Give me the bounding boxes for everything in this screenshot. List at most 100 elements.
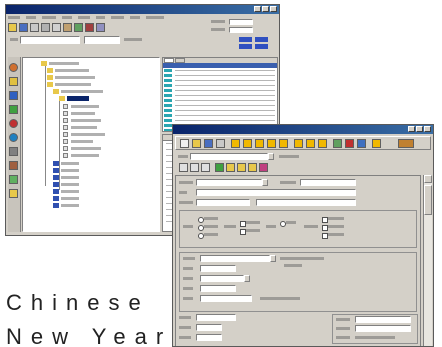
tree-node[interactable] xyxy=(63,132,133,137)
form-scrollbar[interactable] xyxy=(423,175,432,346)
address-dropdown-button[interactable] xyxy=(268,153,274,160)
minimize-button[interactable] xyxy=(254,6,261,12)
status-badge[interactable] xyxy=(239,37,252,42)
form-dropdown-button[interactable] xyxy=(262,179,268,186)
status-badge[interactable] xyxy=(239,44,252,49)
note-icon[interactable] xyxy=(357,139,366,148)
status-field[interactable] xyxy=(229,19,253,25)
menu-item[interactable] xyxy=(62,16,72,19)
address-field[interactable] xyxy=(190,153,268,160)
form-field[interactable] xyxy=(355,325,411,332)
form-field[interactable] xyxy=(300,179,356,186)
scroll-thumb[interactable] xyxy=(424,185,432,215)
tree-node[interactable] xyxy=(53,168,123,173)
user-icon[interactable] xyxy=(9,63,18,72)
link-icon[interactable] xyxy=(333,139,342,148)
tree-node[interactable] xyxy=(47,82,127,87)
record-cancel-icon[interactable] xyxy=(259,163,268,172)
tree-node[interactable] xyxy=(63,125,133,130)
calendar-icon[interactable] xyxy=(345,139,354,148)
find-icon[interactable] xyxy=(74,23,83,32)
menu-item[interactable] xyxy=(111,16,124,19)
folder-icon[interactable] xyxy=(9,189,18,198)
tree-node[interactable] xyxy=(63,139,133,144)
tree-node[interactable] xyxy=(53,89,133,94)
filter-field-2[interactable] xyxy=(84,36,120,44)
scroll-up-button[interactable] xyxy=(424,175,432,183)
form-field[interactable] xyxy=(196,179,262,186)
menu-item[interactable] xyxy=(146,16,164,19)
record-next-icon[interactable] xyxy=(201,163,210,172)
exit-icon[interactable] xyxy=(398,139,414,148)
copy-icon[interactable] xyxy=(243,139,252,148)
folder-icon[interactable] xyxy=(8,23,17,32)
maximize-button[interactable] xyxy=(416,126,423,132)
tree-node[interactable] xyxy=(41,61,121,66)
form-field[interactable] xyxy=(196,334,222,341)
tree-pane[interactable] xyxy=(22,57,160,232)
minimize-button[interactable] xyxy=(408,126,415,132)
list-pane[interactable] xyxy=(162,57,278,132)
copy-icon[interactable] xyxy=(52,23,61,32)
form-field[interactable] xyxy=(196,199,250,206)
tree-node[interactable] xyxy=(47,75,127,80)
open-icon[interactable] xyxy=(192,139,201,148)
save-icon[interactable] xyxy=(19,23,28,32)
form-field[interactable] xyxy=(200,265,236,272)
tree-node[interactable] xyxy=(63,118,133,123)
status-badge[interactable] xyxy=(255,37,268,42)
paste-icon[interactable] xyxy=(63,23,72,32)
tree-node[interactable] xyxy=(63,153,133,158)
help-icon[interactable] xyxy=(85,23,94,32)
paste-icon[interactable] xyxy=(255,139,264,148)
record-first-icon[interactable] xyxy=(179,163,188,172)
record-prev-icon[interactable] xyxy=(190,163,199,172)
chart-icon[interactable] xyxy=(9,105,18,114)
filter-field[interactable] xyxy=(20,36,80,44)
tree-node-selected[interactable] xyxy=(59,96,129,101)
print-icon[interactable] xyxy=(216,139,225,148)
record-save-icon[interactable] xyxy=(248,163,257,172)
form-field[interactable] xyxy=(256,199,356,206)
form-field[interactable] xyxy=(200,255,270,262)
tree-node[interactable] xyxy=(63,111,133,116)
form-field[interactable] xyxy=(200,285,236,292)
record-add-icon[interactable] xyxy=(215,163,224,172)
tree-node[interactable] xyxy=(53,175,123,180)
tree-node[interactable] xyxy=(53,182,123,187)
form-field[interactable] xyxy=(200,275,244,282)
options-icon[interactable] xyxy=(96,23,105,32)
form-dropdown-button[interactable] xyxy=(270,255,276,262)
find-icon[interactable] xyxy=(279,139,288,148)
tree-node[interactable] xyxy=(53,189,123,194)
maximize-button[interactable] xyxy=(262,6,269,12)
status-badge[interactable] xyxy=(255,44,268,49)
cut-icon[interactable] xyxy=(231,139,240,148)
form-field[interactable] xyxy=(196,189,356,196)
menu-item[interactable] xyxy=(8,16,20,19)
form-field[interactable] xyxy=(196,324,222,331)
settings-icon[interactable] xyxy=(9,119,18,128)
book-icon[interactable] xyxy=(9,161,18,170)
globe-icon[interactable] xyxy=(9,133,18,142)
tree-node[interactable] xyxy=(53,161,123,166)
undo-icon[interactable] xyxy=(267,139,276,148)
new-icon[interactable] xyxy=(180,139,189,148)
record-edit-icon[interactable] xyxy=(226,163,235,172)
tools-icon[interactable] xyxy=(318,139,327,148)
form-field[interactable] xyxy=(196,314,236,321)
help-icon[interactable] xyxy=(372,139,381,148)
form-dropdown-button[interactable] xyxy=(244,275,250,282)
menu-item[interactable] xyxy=(42,16,56,19)
close-button[interactable] xyxy=(270,6,277,12)
tree-node[interactable] xyxy=(63,104,133,109)
mail-icon[interactable] xyxy=(306,139,315,148)
save-icon[interactable] xyxy=(204,139,213,148)
tree-node[interactable] xyxy=(63,146,133,151)
print-icon[interactable] xyxy=(30,23,39,32)
note-icon[interactable] xyxy=(9,175,18,184)
tree-node[interactable] xyxy=(53,203,123,208)
mail-icon[interactable] xyxy=(9,77,18,86)
calendar-icon[interactable] xyxy=(9,91,18,100)
cut-icon[interactable] xyxy=(41,23,50,32)
